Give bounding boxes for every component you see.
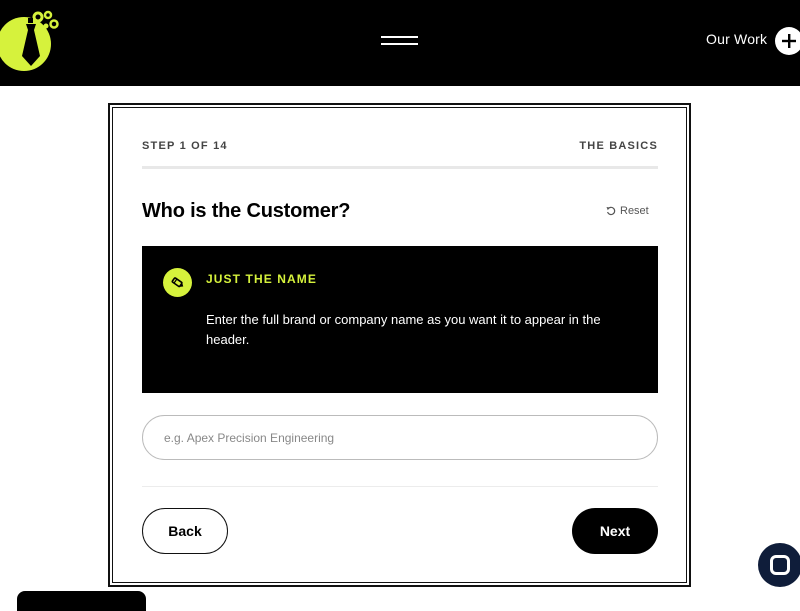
section-label: THE BASICS (579, 140, 658, 152)
chat-icon (770, 555, 790, 575)
menu-line (381, 43, 418, 45)
step-indicator: STEP 1 OF 14 (142, 140, 228, 152)
progress-bar (142, 166, 658, 169)
necktie-logo-icon[interactable] (0, 10, 62, 72)
plus-button[interactable] (775, 27, 800, 55)
reset-icon (606, 206, 616, 216)
pencil-icon (171, 277, 184, 288)
chat-launcher-button[interactable] (758, 543, 800, 587)
back-button[interactable]: Back (142, 508, 228, 554)
hint-title: JUST THE NAME (206, 272, 317, 286)
bottom-tab[interactable] (17, 591, 146, 611)
next-button[interactable]: Next (572, 508, 658, 554)
divider (142, 486, 658, 487)
our-work-link[interactable]: Our Work (706, 31, 767, 47)
plus-icon (782, 34, 796, 48)
top-navigation-bar: Our Work (0, 0, 800, 86)
reset-button[interactable]: Reset (606, 205, 649, 217)
customer-name-input[interactable] (142, 415, 658, 460)
menu-line (381, 36, 418, 38)
hint-badge (163, 268, 192, 297)
question-title: Who is the Customer? (142, 200, 351, 222)
hamburger-menu-icon[interactable] (381, 34, 418, 46)
hint-body: Enter the full brand or company name as … (206, 312, 601, 347)
hint-box: JUST THE NAME Enter the full brand or co… (142, 246, 658, 393)
reset-label: Reset (620, 205, 649, 217)
